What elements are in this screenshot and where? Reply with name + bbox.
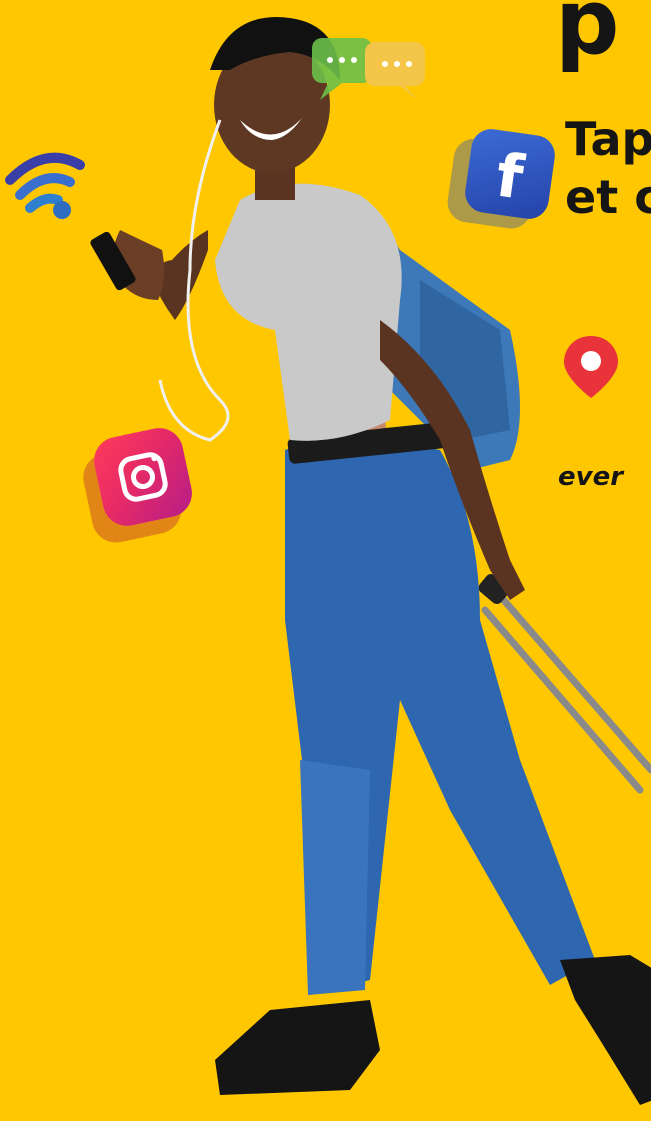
facebook-icon: f bbox=[462, 126, 558, 222]
location-pin-icon bbox=[564, 336, 618, 398]
chat-bubbles-icon bbox=[312, 38, 425, 100]
ad-banner: p Tap et c ever f bbox=[0, 0, 651, 1121]
wifi-icon bbox=[5, 152, 85, 219]
woman-with-phone-illustration bbox=[90, 17, 651, 1105]
